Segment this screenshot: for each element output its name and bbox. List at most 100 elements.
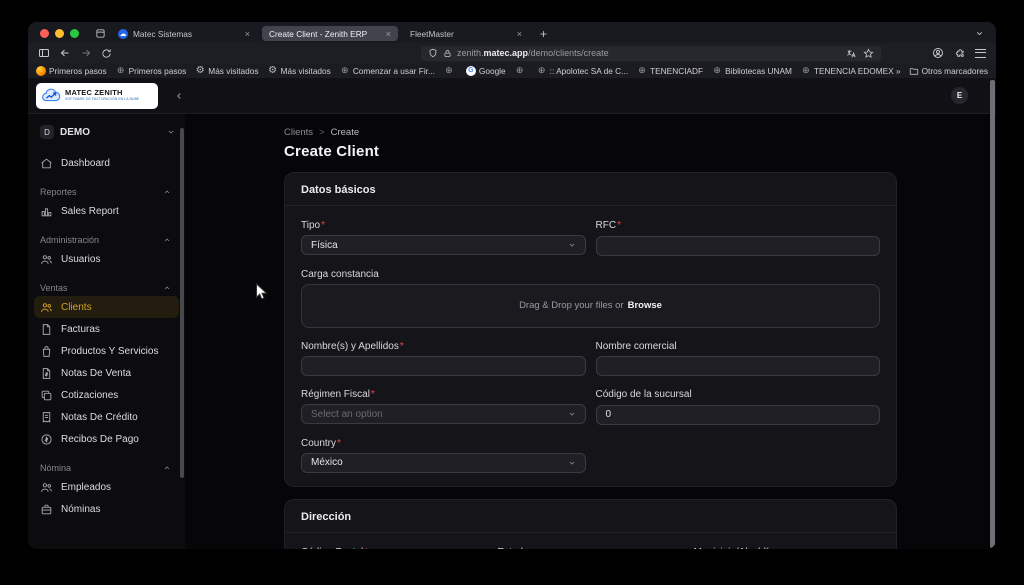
sidebar-item-empleados[interactable]: Empleados [34, 476, 179, 498]
file-icon [40, 323, 53, 336]
chevron-down-icon [568, 241, 576, 249]
tab-title: Matec Sistemas [133, 29, 238, 39]
tab-bar: ☁ Matec Sistemas × Create Client - Zenit… [28, 22, 996, 43]
other-bookmarks-button[interactable]: Otros marcadores [909, 66, 988, 76]
sidebar-section-nomina[interactable]: Nómina [40, 463, 171, 473]
new-tab-button[interactable]: + [537, 27, 550, 41]
tab-matec-sistemas[interactable]: ☁ Matec Sistemas × [111, 26, 257, 41]
user-avatar[interactable]: E [951, 87, 968, 104]
nombre-comercial-input[interactable] [596, 356, 881, 376]
workspace-name: DEMO [60, 127, 90, 138]
codigo-postal-label: Código Postal* [301, 547, 487, 550]
forward-icon[interactable] [80, 47, 92, 59]
tab-list-chevron-icon[interactable] [975, 29, 988, 38]
extensions-icon[interactable] [954, 48, 965, 59]
direccion-card: Dirección Código Postal* Estado [284, 499, 897, 550]
tab-close-icon[interactable]: × [386, 29, 391, 39]
required-asterisk: * [371, 389, 375, 400]
lock-icon[interactable] [443, 49, 452, 58]
country-select[interactable]: México [301, 453, 586, 473]
bookmark-item[interactable]: ⊕ [515, 66, 528, 76]
sidebar-item-nominas[interactable]: Nóminas [34, 498, 179, 520]
chevron-up-icon [163, 236, 171, 244]
matec-favicon-icon: ☁ [118, 29, 128, 39]
bookmark-item[interactable]: ⊕Primeros pasos [116, 66, 187, 76]
bookmark-star-icon[interactable] [863, 48, 874, 59]
tipo-label: Tipo* [301, 220, 586, 231]
tracking-shield-icon[interactable] [428, 48, 438, 58]
tab-close-icon[interactable]: × [245, 29, 250, 39]
bookmark-item[interactable]: GGoogle [466, 66, 506, 76]
firefox-view-icon[interactable] [95, 28, 106, 39]
globe-icon: ⊕ [444, 66, 454, 76]
workspace-initial-badge: D [40, 125, 54, 139]
sidebar-item-clients[interactable]: Clients [34, 296, 179, 318]
menu-icon[interactable] [975, 49, 986, 58]
matec-zenith-logo[interactable]: MATEC ZENITH SOFTWARE DE FACTURACIÓN EN … [36, 83, 158, 109]
sidebar-item-cotizaciones[interactable]: Cotizaciones [34, 384, 179, 406]
app-header: MATEC ZENITH SOFTWARE DE FACTURACIÓN EN … [28, 78, 996, 114]
bookmark-item[interactable]: ⚙Más visitados [195, 66, 258, 76]
bookmark-item[interactable]: ⚙Más visitados [268, 66, 331, 76]
window-minimize-button[interactable] [55, 29, 64, 38]
bookmark-item[interactable]: ⊕TENENCIA EDOMEX [801, 66, 894, 76]
sidebar-toggle-icon[interactable] [38, 47, 50, 59]
bookmarks-overflow-chevron[interactable]: » [896, 66, 901, 76]
sidebar-section-reportes[interactable]: Reportes [40, 187, 171, 197]
globe-icon: ⊕ [537, 66, 547, 76]
nombre-input[interactable] [301, 356, 586, 376]
reload-icon[interactable] [101, 48, 112, 59]
sidebar-item-facturas[interactable]: Facturas [34, 318, 179, 340]
sidebar-section-administracion[interactable]: Administración [40, 235, 171, 245]
required-asterisk: * [400, 341, 404, 352]
sidebar-item-recibos-de-pago[interactable]: Recibos De Pago [34, 428, 179, 450]
app-body: D DEMO Dashboard Reportes Sales [28, 114, 996, 549]
window-zoom-button[interactable] [70, 29, 79, 38]
globe-icon: ⊕ [515, 66, 525, 76]
tab-fleetmaster[interactable]: FleetMaster × [403, 26, 529, 41]
account-icon[interactable] [932, 47, 944, 59]
back-icon[interactable] [59, 47, 71, 59]
globe-icon: ⊕ [801, 66, 811, 76]
sidebar-item-usuarios[interactable]: Usuarios [34, 248, 179, 270]
bookmark-item[interactable]: ⊕TENENCIADF [637, 66, 703, 76]
sidebar-item-sales-report[interactable]: Sales Report [34, 200, 179, 222]
rfc-input[interactable] [596, 236, 881, 256]
regimen-fiscal-select[interactable]: Select an option [301, 404, 586, 424]
shopping-bag-icon [40, 345, 53, 358]
bookmark-item[interactable]: ⊕:: Apolotec SA de C... [537, 66, 628, 76]
bookmark-item[interactable]: ⊕ [444, 66, 457, 76]
sidebar-item-dashboard[interactable]: Dashboard [34, 152, 179, 174]
window-close-button[interactable] [40, 29, 49, 38]
browse-button[interactable]: Browse [628, 300, 662, 311]
sidebar-item-notas-de-credito[interactable]: Notas De Crédito [34, 406, 179, 428]
sidebar-item-productos-y-servicios[interactable]: Productos Y Servicios [34, 340, 179, 362]
bar-chart-icon [40, 205, 53, 218]
translate-icon[interactable] [846, 48, 857, 59]
sidebar-item-notas-de-venta[interactable]: Notas De Venta [34, 362, 179, 384]
logo-title: MATEC ZENITH [65, 89, 139, 97]
breadcrumb-clients[interactable]: Clients [284, 127, 313, 138]
bookmark-item[interactable]: ⊕Bibliotecas UNAM [712, 66, 792, 76]
codigo-sucursal-label: Código de la sucursal [596, 389, 881, 400]
file-dropzone[interactable]: Drag & Drop your files or Browse [301, 284, 880, 328]
url-text[interactable]: zenith.matec.app/demo/clients/create [457, 48, 609, 58]
desktop-background: ☁ Matec Sistemas × Create Client - Zenit… [0, 0, 1024, 585]
page-scrollbar[interactable] [990, 80, 995, 548]
bookmark-item[interactable]: ⊕Comenzar a usar Fir... [340, 66, 435, 76]
sidebar-scrollbar[interactable] [180, 128, 184, 478]
globe-icon: ⊕ [116, 66, 126, 76]
tab-close-icon[interactable]: × [517, 29, 522, 39]
sidebar-collapse-button[interactable] [174, 91, 184, 101]
tipo-select[interactable]: Física [301, 235, 586, 255]
workspace-selector[interactable]: D DEMO [40, 121, 175, 143]
copy-icon [40, 389, 53, 402]
breadcrumb: Clients > Create [284, 127, 897, 138]
url-bar[interactable]: zenith.matec.app/demo/clients/create [421, 46, 881, 61]
bookmark-item[interactable]: Primeros pasos [36, 66, 107, 76]
bookmarks-bar: Primeros pasos ⊕Primeros pasos ⚙Más visi… [28, 63, 996, 78]
required-asterisk: * [617, 220, 621, 231]
codigo-sucursal-input[interactable] [596, 405, 881, 425]
tab-create-client[interactable]: Create Client - Zenith ERP × [262, 26, 398, 41]
sidebar-section-ventas[interactable]: Ventas [40, 283, 171, 293]
